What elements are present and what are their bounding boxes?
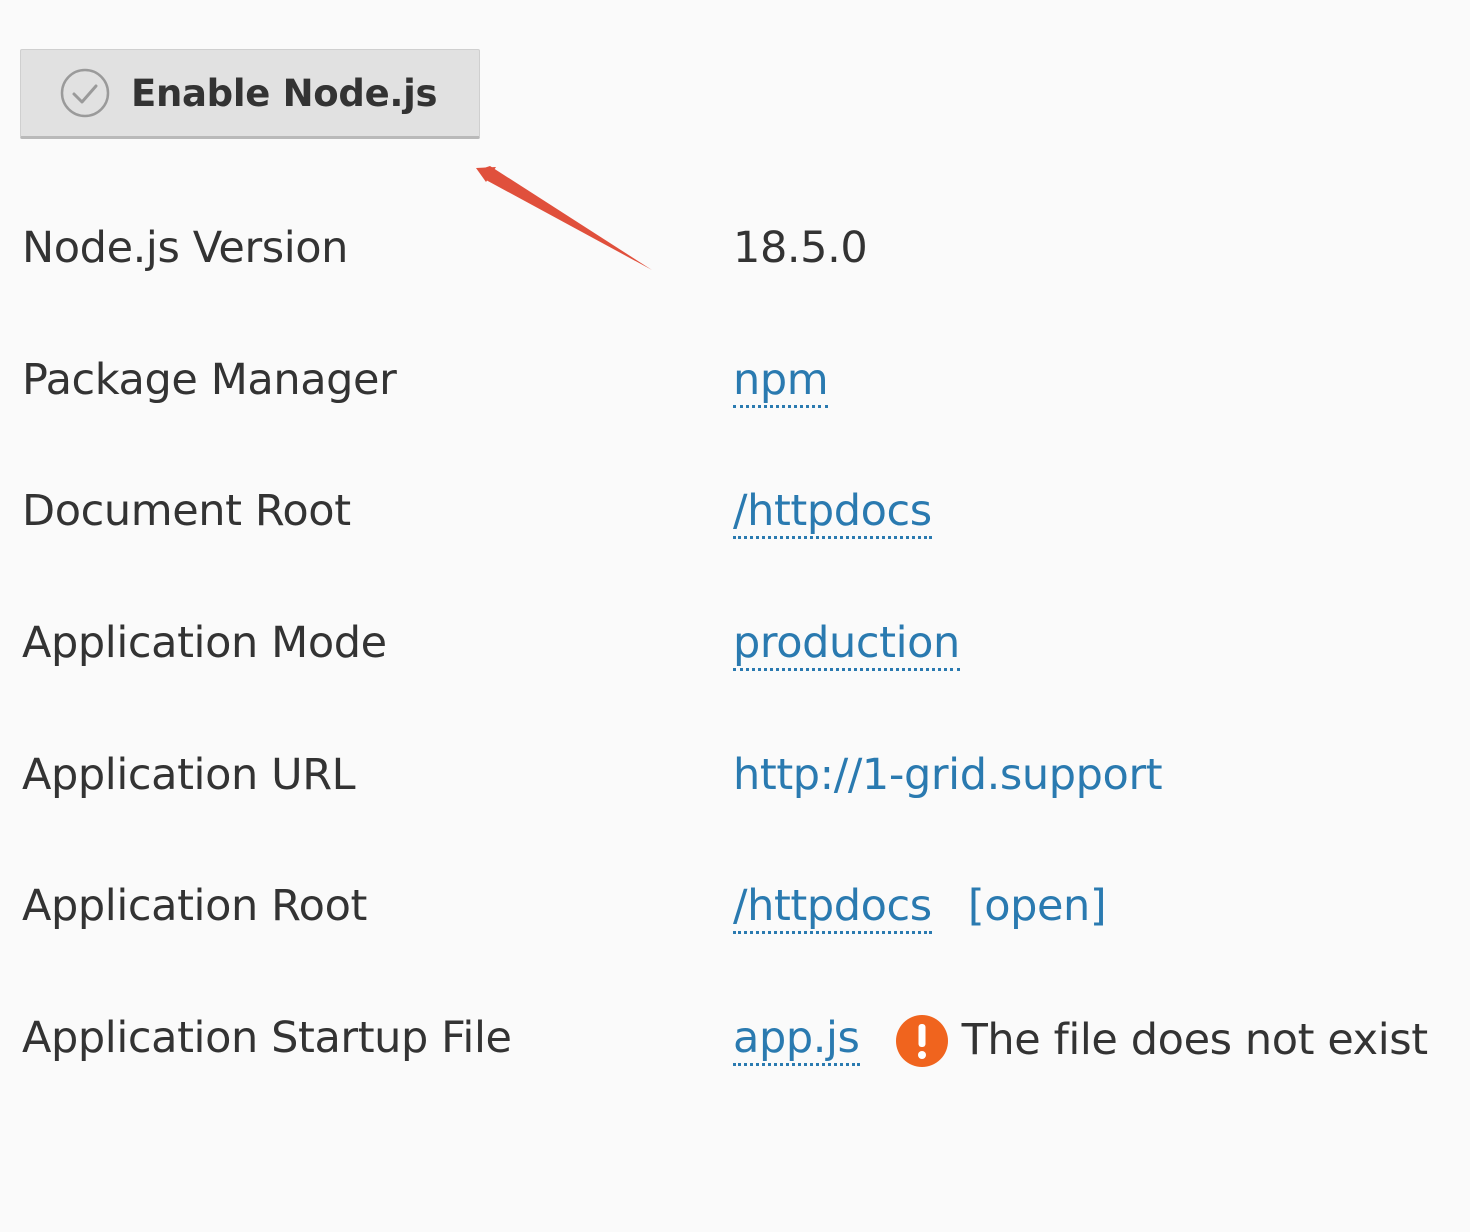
application-root-link[interactable]: /httpdocs (733, 881, 932, 934)
package-manager-link[interactable]: npm (733, 355, 829, 408)
setting-label: Node.js Version (22, 223, 349, 273)
file-missing-warning: The file does not exist (895, 1013, 1429, 1067)
document-root-value: /httpdocs (733, 486, 932, 539)
setting-label: Application Mode (22, 618, 387, 668)
application-root-value: /httpdocs [open] (733, 881, 1107, 934)
setting-row-application-url: Application URL http://1-grid.support (22, 750, 1462, 820)
exclamation-circle-icon (895, 1015, 948, 1067)
setting-label: Application URL (22, 750, 356, 800)
setting-label: Document Root (22, 486, 351, 536)
open-root-link[interactable]: [open] (968, 881, 1107, 931)
application-mode-value: production (733, 618, 960, 671)
setting-row-nodejs-version: Node.js Version 18.5.0 (22, 223, 1462, 293)
check-circle-icon (60, 68, 110, 118)
application-url-value: http://1-grid.support (733, 750, 1163, 800)
setting-row-document-root: Document Root /httpdocs (22, 486, 1462, 556)
document-root-link[interactable]: /httpdocs (733, 486, 932, 539)
enable-nodejs-button[interactable]: Enable Node.js (20, 49, 480, 139)
setting-row-package-manager: Package Manager npm (22, 355, 1462, 425)
warning-text: The file does not exist (961, 1015, 1429, 1065)
startup-file-link[interactable]: app.js (733, 1013, 860, 1066)
setting-value: 18.5.0 (733, 223, 868, 273)
nodejs-version-value: 18.5.0 (733, 223, 868, 273)
setting-label: Application Startup File (22, 1013, 512, 1063)
package-manager-value: npm (733, 355, 829, 408)
application-url-link[interactable]: http://1-grid.support (733, 750, 1163, 800)
setting-row-startup-file: Application Startup File app.js The file… (22, 1013, 1462, 1083)
setting-row-application-root: Application Root /httpdocs [open] (22, 881, 1462, 951)
setting-label: Application Root (22, 881, 367, 931)
startup-file-value: app.js The file does not exist (733, 1013, 1428, 1067)
application-mode-link[interactable]: production (733, 618, 960, 671)
setting-label: Package Manager (22, 355, 397, 405)
enable-nodejs-label: Enable Node.js (131, 71, 438, 115)
setting-row-application-mode: Application Mode production (22, 618, 1462, 688)
